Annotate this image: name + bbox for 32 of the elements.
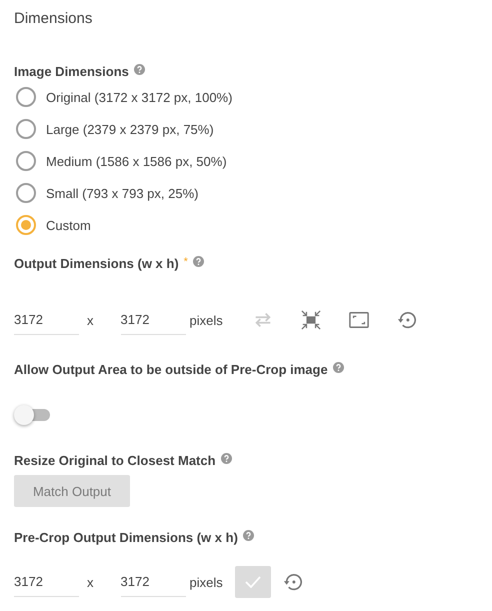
radio-label[interactable]: Custom (46, 218, 91, 232)
section-label: Resize Original to Closest Match (14, 452, 216, 470)
radio-label[interactable]: Large (2379 x 2379 px, 75%) (46, 122, 214, 136)
check-icon (244, 576, 261, 588)
radio-label[interactable]: Medium (1586 x 1586 px, 50%) (46, 154, 227, 168)
reset-icon[interactable] (282, 572, 303, 592)
help-icon[interactable] (192, 256, 204, 267)
section-label: Pre-Crop Output Dimensions (w x h) (14, 529, 238, 547)
radio-label[interactable]: Original (3172 x 3172 px, 100%) (46, 90, 232, 104)
help-icon[interactable] (242, 530, 254, 541)
section-label: Image Dimensions (14, 63, 129, 81)
reset-icon[interactable] (396, 310, 417, 330)
help-icon[interactable] (134, 64, 145, 75)
section-label: Output Dimensions (w x h) (14, 255, 179, 273)
radio-button[interactable] (16, 119, 36, 139)
section-label: Allow Output Area to be outside of Pre-Crop image (14, 361, 328, 379)
required-mark: * (184, 255, 188, 269)
radio-button[interactable] (16, 151, 36, 171)
panel-title: Dimensions (14, 9, 94, 29)
radio-button[interactable] (16, 87, 36, 107)
help-icon[interactable] (332, 362, 344, 373)
radio-label[interactable]: Small (793 x 793 px, 25%) (46, 186, 198, 200)
radio-button[interactable] (16, 215, 36, 235)
unit-label: pixels (190, 312, 223, 328)
times-sign: x (87, 574, 94, 590)
times-sign: x (87, 312, 94, 328)
radio-button[interactable] (16, 183, 36, 203)
toggle-switch[interactable] (14, 405, 50, 425)
frame-icon[interactable] (348, 310, 369, 330)
help-icon[interactable] (220, 453, 232, 464)
unit-label: pixels (190, 574, 223, 590)
shrink-icon[interactable] (300, 310, 321, 330)
